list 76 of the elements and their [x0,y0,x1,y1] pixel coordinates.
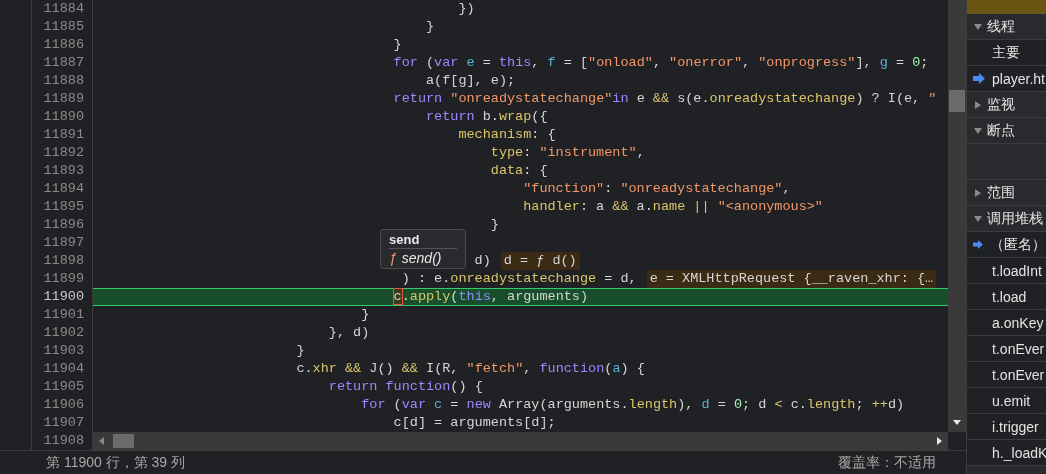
code-line: d) [474,252,491,270]
line-number: 11888 [42,72,85,90]
code-line: }, d) [328,324,370,342]
line-number: 11907 [42,414,85,432]
line-number: 11891 [42,126,85,144]
list-item[interactable]: u.emit [967,388,1046,414]
vertical-scrollbar[interactable] [948,0,967,432]
line-number: 11906 [42,396,85,414]
code-line: c[d] = arguments[d]; [393,414,556,432]
code-line: handler: a && a.name || "<anonymous>" [523,198,823,216]
code-line: "function": "onreadystatechange", [523,180,791,198]
list-item[interactable]: （匿名） [967,232,1046,258]
coverage-status: 覆盖率：不适用 [838,453,937,472]
list-item[interactable]: t.onEver [967,362,1046,388]
code-line: for (var c = new Array(arguments.length), d = 0; d < c.length; ++d) [361,396,905,414]
line-number: 11897 [42,234,85,252]
line-number: 11890 [42,108,85,126]
expanded-triangle-icon [973,125,984,136]
function-icon: ƒ [389,250,397,266]
inline-value: e = XMLHttpRequest {__raven_xhr: {… [646,270,937,288]
tooltip-title: send [389,232,457,249]
scroll-down-icon[interactable] [952,418,963,426]
line-number: 11895 [42,198,85,216]
list-item[interactable]: 主要 [967,40,1046,66]
function-signature: send() [401,250,442,266]
arrow-icon [973,239,983,250]
code-line: c.xhr && J() && I(R, "fetch", function(a) { [296,360,645,378]
code-line: a(f[g], e); [426,72,516,90]
line-number: 11885 [42,18,85,36]
list-item[interactable]: player.ht [967,66,1046,92]
line-number: 11892 [42,144,85,162]
list-item[interactable]: a.onKey [967,310,1046,336]
line-number: 11899 [42,270,85,288]
inline-value: d = ƒ d() [500,252,580,270]
code-line: mechanism: { [458,126,556,144]
line-number: 11901 [42,306,85,324]
code-line: return "onreadystatechange"in e && s(e.onreadystatechange) ? I(e, " [393,90,937,108]
line-number: 11903 [42,342,85,360]
line-number: 11902 [42,324,85,342]
list-item[interactable]: t.loadInt [967,258,1046,284]
line-number: 11898 [42,252,85,270]
code-line: return function() { [328,378,483,396]
scrollbar-thumb[interactable] [949,90,966,112]
code-line: } [490,216,499,234]
line-number: 11893 [42,162,85,180]
scrollbar-thumb[interactable] [113,434,134,448]
scroll-left-icon[interactable] [97,436,107,446]
code-line: c.apply(this, arguments) [393,288,589,306]
code-line: } [361,306,370,324]
code-line: for (var e = this, f = ["onload", "onerror", "onprogress"], g = 0; [393,54,929,72]
line-number: 11887 [42,54,85,72]
code-line: type: "instrument", [490,144,645,162]
cursor-position: 第 11900 行，第 39 列 [46,453,187,472]
expanded-triangle-icon [973,21,984,32]
line-number: 11886 [42,36,85,54]
code-line: ) : e.onreadystatechange = d, [401,270,637,288]
line-number: 11900 [42,288,85,306]
line-number: 11904 [42,360,85,378]
code-line: } [426,18,435,36]
code-line: } [296,342,305,360]
horizontal-scrollbar[interactable] [93,432,949,450]
arrow-icon [973,73,986,84]
line-number: 11908 [42,432,85,450]
code-line: data: { [490,162,548,180]
code-line: } [393,36,402,54]
list-item[interactable]: t.onEver [967,336,1046,362]
line-number: 11896 [42,216,85,234]
code-line: return b.wrap({ [426,108,548,126]
line-number: 11894 [42,180,85,198]
list-item[interactable]: t.load [967,284,1046,310]
code-line: }) [458,0,475,18]
line-number: 11884 [42,0,85,18]
expanded-triangle-icon [973,213,984,224]
line-number: 11905 [42,378,85,396]
list-item[interactable]: i.trigger [967,414,1046,440]
line-number: 11889 [42,90,85,108]
